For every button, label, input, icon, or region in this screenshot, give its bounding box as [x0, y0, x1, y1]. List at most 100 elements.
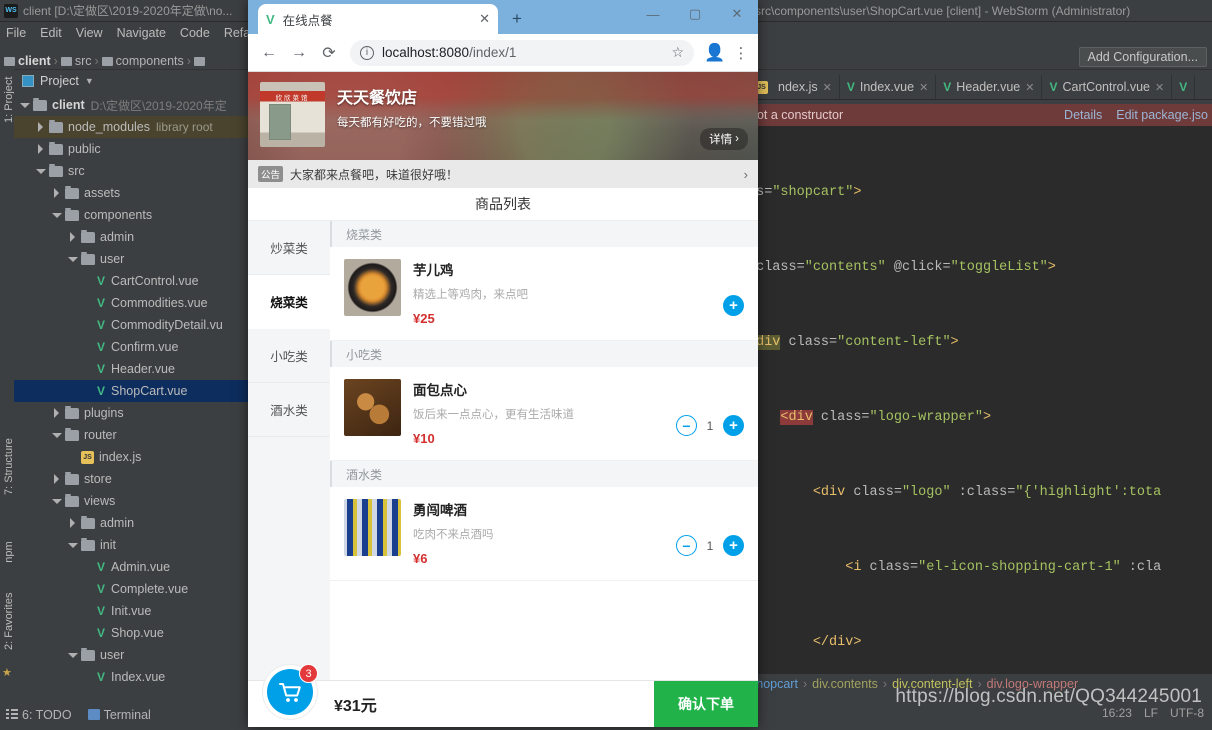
status-line-separator[interactable]: LF — [1144, 706, 1158, 720]
new-tab-button[interactable]: + — [512, 9, 522, 29]
chevron-right-icon[interactable]: › — [744, 167, 748, 182]
tree-row[interactable]: components — [14, 204, 249, 226]
editor-tab-header-vue[interactable]: V Header.vue ✕ — [936, 75, 1043, 99]
reload-button[interactable]: ⟳ — [316, 40, 342, 66]
tree-row[interactable]: admin — [14, 226, 249, 248]
close-icon[interactable]: ✕ — [1025, 81, 1034, 94]
add-configuration-button[interactable]: Add Configuration... — [1078, 47, 1207, 67]
add-to-cart-button[interactable]: + — [723, 295, 744, 316]
increase-quantity-button[interactable]: + — [723, 415, 744, 436]
category-item[interactable]: 小吃类 — [248, 329, 330, 383]
project-tool-window[interactable]: Project ▼ client D:\定做区\2019-2020年定 node… — [14, 70, 250, 684]
breadcrumb-content-left[interactable]: div.content-left — [892, 677, 972, 691]
close-icon[interactable]: ✕ — [1155, 81, 1164, 94]
tree-row[interactable]: V CommodityDetail.vu — [14, 314, 249, 336]
error-details-link[interactable]: Details — [1064, 108, 1102, 122]
crumb-components[interactable]: components — [116, 54, 184, 68]
maximize-button[interactable]: ▢ — [674, 0, 716, 28]
tree-row[interactable]: user — [14, 248, 249, 270]
tree-row[interactable]: node_modules library root — [14, 116, 249, 138]
goods-item[interactable]: 勇闯啤酒 吃肉不来点酒吗 ¥6−1 + — [330, 487, 758, 581]
chevron-down-icon[interactable] — [52, 430, 62, 440]
editor-tab-index-vue[interactable]: V Index.vue ✕ — [840, 75, 937, 99]
address-bar[interactable]: i localhost:8080/index/1 ☆ — [350, 39, 694, 66]
breadcrumb-logo-wrapper[interactable]: div.logo-wrapper — [987, 677, 1078, 691]
shop-detail-button[interactable]: 详情 › — [700, 128, 748, 150]
chevron-down-icon[interactable] — [68, 254, 78, 264]
browser-tab[interactable]: V 在线点餐 ✕ — [258, 4, 498, 34]
edit-package-json-link[interactable]: Edit package.jso — [1116, 108, 1208, 122]
tree-row[interactable]: views — [14, 490, 249, 512]
account-icon[interactable]: 👤 — [702, 40, 728, 66]
menu-edit[interactable]: Edit — [40, 26, 62, 40]
tree-row[interactable]: user — [14, 644, 249, 666]
crumb-client[interactable]: client — [18, 54, 51, 68]
breadcrumb-contents[interactable]: div.contents — [812, 677, 878, 691]
project-file-tree[interactable]: client D:\定做区\2019-2020年定 node_modules li… — [14, 92, 249, 688]
forward-button[interactable]: → — [286, 40, 312, 66]
tree-row[interactable]: plugins — [14, 402, 249, 424]
tree-row[interactable]: router — [14, 424, 249, 446]
tree-row[interactable]: V Complete.vue — [14, 578, 249, 600]
tree-row[interactable]: V Shop.vue — [14, 622, 249, 644]
site-info-icon[interactable]: i — [360, 45, 374, 60]
tree-row[interactable]: assets — [14, 182, 249, 204]
bookmark-star-icon[interactable]: ☆ — [671, 44, 684, 61]
tree-row[interactable]: V ShopCart.vue — [14, 380, 249, 402]
window-controls[interactable]: — ▢ ✕ — [632, 0, 758, 28]
tree-row[interactable]: init — [14, 534, 249, 556]
category-item[interactable]: 烧菜类 — [248, 275, 330, 329]
decrease-quantity-button[interactable]: − — [676, 535, 697, 556]
editor-tab-overflow[interactable]: V — [1172, 75, 1196, 99]
tree-row[interactable]: V Admin.vue — [14, 556, 249, 578]
goods-list[interactable]: 烧菜类 芋儿鸡 精选上等鸡肉，来点吧 ¥25 + 小吃类 面包点心 饭后来一点点心，更有生活味… — [330, 221, 758, 680]
close-icon[interactable]: ✕ — [919, 81, 928, 94]
chevron-down-icon[interactable] — [36, 166, 46, 176]
tree-row[interactable]: store — [14, 468, 249, 490]
chevron-right-icon[interactable] — [52, 188, 62, 198]
status-todo-button[interactable]: 6: TODO — [6, 708, 72, 722]
minimize-button[interactable]: — — [632, 0, 674, 28]
chevron-down-icon[interactable] — [52, 496, 62, 506]
editor-tab-index-js[interactable]: JS ndex.js ✕ — [748, 75, 840, 99]
back-button[interactable]: ← — [256, 40, 282, 66]
tree-row[interactable]: V Init.vue — [14, 600, 249, 622]
tree-row[interactable]: V Confirm.vue — [14, 336, 249, 358]
tree-row[interactable]: JS index.js — [14, 446, 249, 468]
tree-row[interactable]: admin — [14, 512, 249, 534]
close-button[interactable]: ✕ — [716, 0, 758, 28]
menu-navigate[interactable]: Navigate — [117, 26, 166, 40]
category-item[interactable]: 炒菜类 — [248, 221, 330, 275]
menu-code[interactable]: Code — [180, 26, 210, 40]
status-encoding[interactable]: UTF-8 — [1170, 706, 1204, 720]
cart-control[interactable]: + — [723, 295, 744, 316]
tree-row[interactable]: V Index.vue — [14, 666, 249, 688]
chevron-right-icon[interactable] — [68, 232, 78, 242]
tree-row[interactable]: src — [14, 160, 249, 182]
status-caret-position[interactable]: 16:23 — [1102, 706, 1132, 720]
browser-menu-icon[interactable]: ⋮ — [732, 44, 750, 62]
chevron-down-icon[interactable] — [52, 210, 62, 220]
goods-item[interactable]: 面包点心 饭后来一点点心，更有生活味道 ¥10−1 + — [330, 367, 758, 461]
notice-bar[interactable]: 公告 大家都来点餐吧，味道很好哦！ › — [248, 160, 758, 188]
chevron-right-icon[interactable] — [36, 122, 46, 132]
category-item[interactable]: 酒水类 — [248, 383, 330, 437]
cart-button[interactable]: 3 — [262, 664, 318, 720]
increase-quantity-button[interactable]: + — [723, 535, 744, 556]
menu-refactor[interactable]: Refa — [224, 26, 250, 40]
goods-item[interactable]: 芋儿鸡 精选上等鸡肉，来点吧 ¥25 + — [330, 247, 758, 341]
tree-row[interactable]: V CartControl.vue — [14, 270, 249, 292]
confirm-order-button[interactable]: 确认下单 — [654, 680, 758, 727]
project-panel-header[interactable]: Project ▼ — [14, 70, 249, 92]
chevron-down-icon[interactable] — [20, 100, 30, 110]
tree-row[interactable]: V Header.vue — [14, 358, 249, 380]
crumb-src[interactable]: src — [75, 54, 92, 68]
tree-row[interactable]: public — [14, 138, 249, 160]
chevron-right-icon[interactable] — [52, 408, 62, 418]
category-sidebar[interactable]: 炒菜类 烧菜类 小吃类 酒水类 — [248, 221, 330, 680]
chevron-right-icon[interactable] — [52, 474, 62, 484]
tree-row[interactable]: V Commodities.vue — [14, 292, 249, 314]
tree-row-root[interactable]: client D:\定做区\2019-2020年定 — [14, 94, 249, 116]
status-terminal-button[interactable]: Terminal — [87, 708, 151, 722]
cart-control[interactable]: −1 + — [676, 535, 744, 556]
